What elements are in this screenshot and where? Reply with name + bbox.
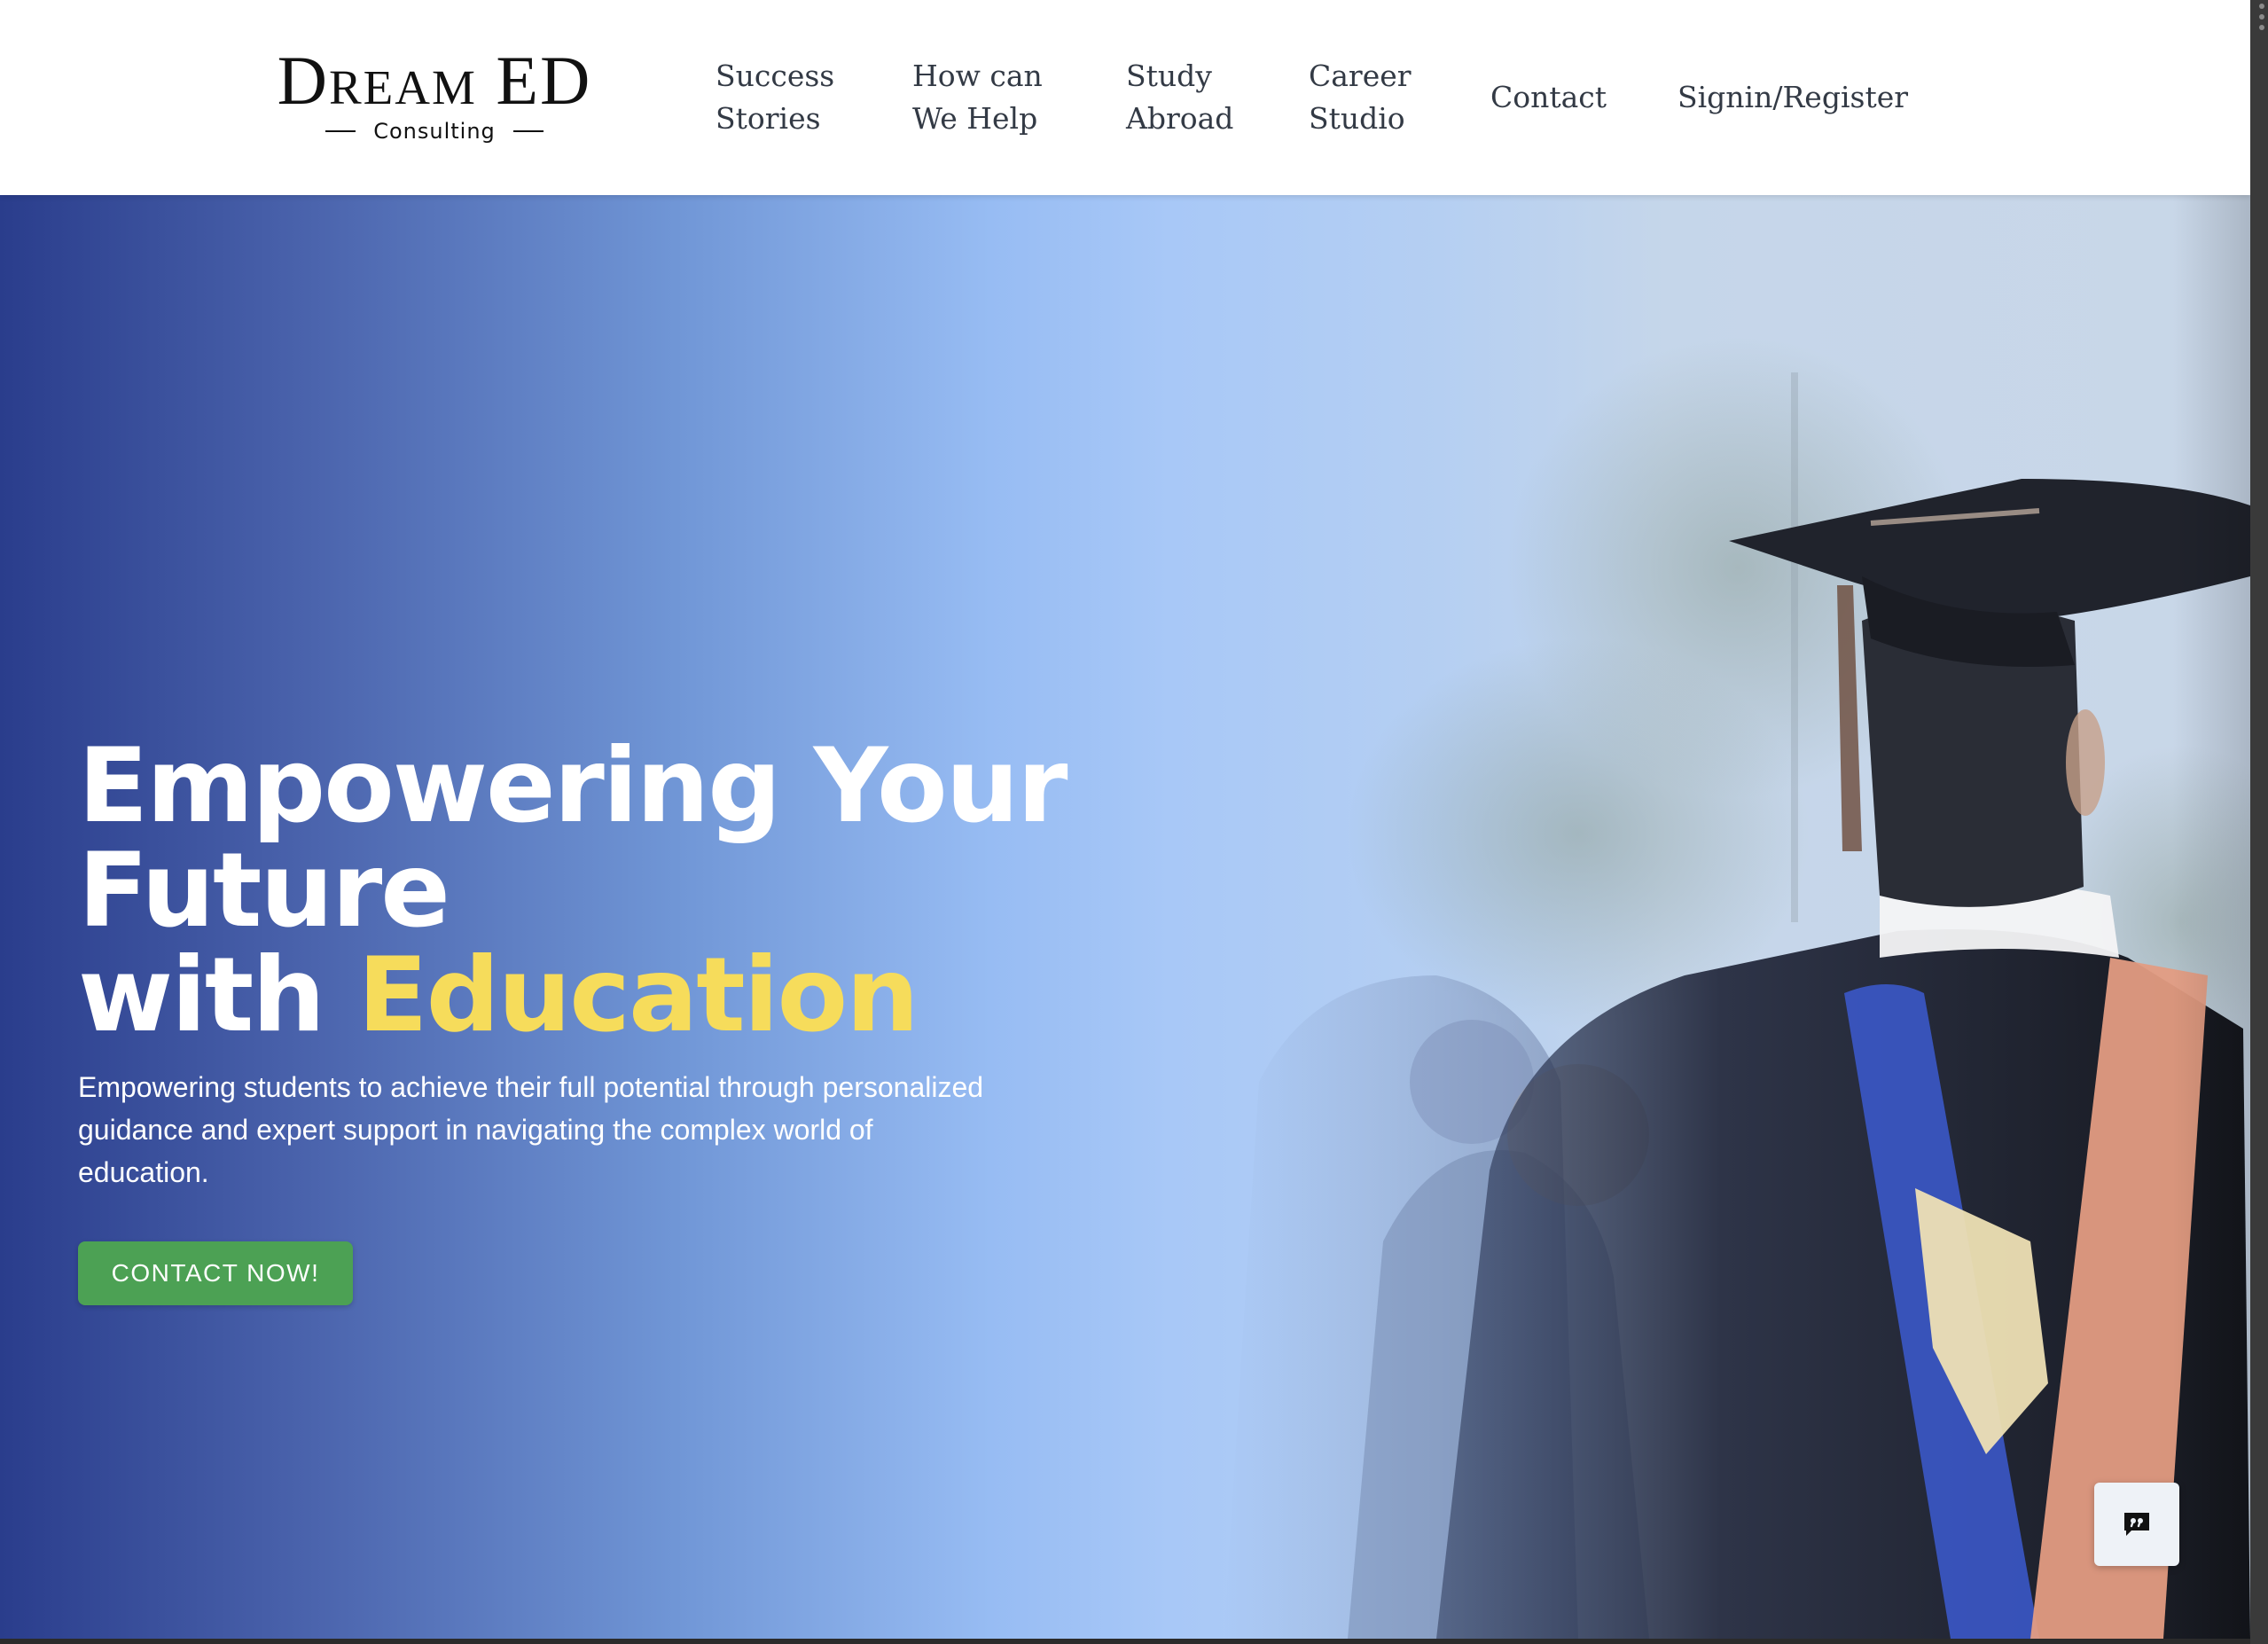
nav-label: Stories: [716, 101, 821, 136]
hero-title: Empowering Your Future with Education: [78, 726, 1068, 1048]
edge-shadow: [2172, 195, 2250, 1639]
nav-label: Success: [716, 59, 835, 93]
nav-label: We Help: [912, 101, 1038, 136]
nav-success-stories[interactable]: Success Stories: [716, 55, 834, 140]
nav-contact[interactable]: Contact: [1490, 76, 1607, 119]
window-scrollbar[interactable]: [2250, 0, 2268, 1644]
nav-study-abroad[interactable]: Study Abroad: [1126, 55, 1233, 140]
site-header: Dream ED Consulting Success Stories How …: [0, 0, 2250, 195]
nav-label: Studio: [1309, 101, 1405, 136]
logo-dash-left: [325, 130, 356, 132]
hero-title-line-2: Future: [78, 831, 450, 951]
logo-sub-text: Consulting: [373, 119, 496, 144]
hero-title-line-3: with Education: [78, 943, 1066, 1048]
logo-dash-right: [512, 130, 544, 132]
hero-description: Empowering students to achieve their ful…: [78, 1071, 984, 1188]
nav-label: Signin/Register: [1678, 80, 1909, 114]
contact-now-button[interactable]: CONTACT NOW!: [78, 1241, 353, 1305]
nav-signin-register[interactable]: Signin/Register: [1678, 76, 1908, 119]
page: Dream ED Consulting Success Stories How …: [0, 0, 2250, 1639]
nav-label: Career: [1309, 59, 1412, 93]
logo-wordmark: Dream ED: [277, 42, 592, 119]
logo[interactable]: Dream ED Consulting: [253, 44, 616, 151]
logo-tagline: Consulting: [253, 119, 616, 144]
hero-title-line-1: Empowering Your: [78, 726, 1068, 846]
nav-label: How can: [912, 59, 1043, 93]
nav-label: Study: [1126, 59, 1212, 93]
chat-widget-button[interactable]: [2094, 1483, 2179, 1566]
nav-label: Contact: [1490, 80, 1607, 114]
tree-trunk: [1791, 372, 1798, 922]
hero-section: Empowering Your Future with Education Em…: [0, 195, 2250, 1639]
hero-title-prefix: with: [78, 936, 358, 1055]
window-bottom-edge: [0, 1639, 2250, 1644]
chat-quote-icon: [2124, 1513, 2149, 1536]
window-handle-dots: [2259, 4, 2264, 35]
nav-how-can-we-help[interactable]: How can We Help: [912, 55, 1043, 140]
graduate-ear: [2066, 709, 2105, 816]
nav-label: Abroad: [1126, 101, 1234, 136]
hero-title-accent: Education: [357, 936, 919, 1055]
nav-career-studio[interactable]: Career Studio: [1309, 55, 1412, 140]
